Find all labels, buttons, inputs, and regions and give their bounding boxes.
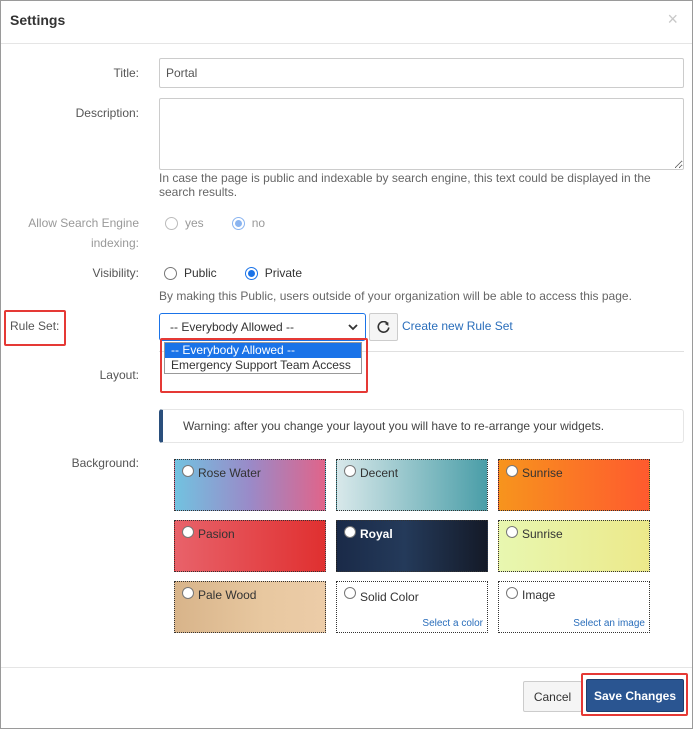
visibility-private-radio[interactable] [244,266,258,280]
description-textarea[interactable] [159,98,684,170]
background-tile-image[interactable]: Image Select an image [498,581,650,633]
background-tile-pale-wood[interactable]: Pale Wood [174,581,326,633]
layout-label: Layout: [99,368,139,382]
background-tile-rose-water[interactable]: Rose Water [174,459,326,511]
layout-warning: Warning: after you change your layout yo… [159,409,684,443]
background-tile-label: Rose Water [198,466,261,480]
description-help-text: In case the page is public and indexable… [159,171,651,199]
background-tile-pasion[interactable]: Pasion [174,520,326,572]
background-tile-label: Pale Wood [198,588,257,602]
ruleset-select[interactable]: -- Everybody Allowed -- [159,313,366,341]
background-tile-label: Sunrise [522,527,563,541]
background-radio[interactable] [344,465,356,477]
select-color-link[interactable]: Select a color [422,618,483,629]
ruleset-label-highlight [4,310,66,346]
refresh-icon [377,320,390,333]
visibility-help-text: By making this Public, users outside of … [159,289,632,303]
background-tile-sunrise-light[interactable]: Sunrise [498,520,650,572]
footer-divider [1,667,692,668]
indexing-no-radio[interactable] [231,216,245,230]
background-radio[interactable] [506,465,518,477]
background-radio[interactable] [182,526,194,538]
indexing-no-label: no [251,216,266,230]
visibility-public-label: Public [184,266,217,280]
background-radio[interactable] [344,526,356,538]
cancel-button[interactable]: Cancel [523,681,582,712]
close-icon[interactable]: × [667,10,678,28]
chevron-down-icon [348,324,358,331]
background-tile-label: Decent [360,466,399,480]
background-radio[interactable] [506,587,518,599]
create-ruleset-link[interactable]: Create new Rule Set [402,319,513,333]
visibility-label: Visibility: [92,266,139,280]
ruleset-dropdown-highlight [160,338,368,393]
background-tile-label: Sunrise [522,466,563,480]
indexing-label-line2: indexing: [90,236,139,250]
background-tile-label: Royal [360,527,393,541]
indexing-yes-radio[interactable] [165,216,178,230]
background-radio[interactable] [506,526,518,538]
save-button-highlight [581,673,688,716]
dialog-header: Settings × [1,1,692,44]
background-tile-royal[interactable]: Royal [336,520,488,572]
background-tile-decent[interactable]: Decent [336,459,488,511]
indexing-yes-label: yes [185,216,204,230]
visibility-private-label: Private [264,266,303,280]
indexing-radio-group: yes no [165,216,293,230]
select-image-link[interactable]: Select an image [573,618,645,629]
visibility-radio-group: Public Private [164,266,330,280]
indexing-label-line1: Allow Search Engine [28,216,139,230]
refresh-ruleset-button[interactable] [369,313,398,341]
background-tile-label: Pasion [198,527,235,541]
background-label: Background: [71,456,139,470]
description-label: Description: [75,106,139,120]
background-tile-sunrise[interactable]: Sunrise [498,459,650,511]
dialog-title: Settings [10,12,66,28]
title-label: Title: [113,66,139,80]
background-radio[interactable] [182,465,194,477]
settings-dialog: Settings × Title: Description: In case t… [0,0,693,729]
ruleset-selected-value: -- Everybody Allowed -- [170,320,295,334]
background-tile-label: Image [522,588,556,602]
background-tile-solid-color[interactable]: Solid Color Select a color [336,581,488,633]
title-input[interactable] [159,58,684,88]
visibility-public-radio[interactable] [164,266,177,280]
background-radio[interactable] [344,587,356,599]
background-radio[interactable] [182,587,194,599]
background-tile-label: Solid Color [360,590,419,604]
